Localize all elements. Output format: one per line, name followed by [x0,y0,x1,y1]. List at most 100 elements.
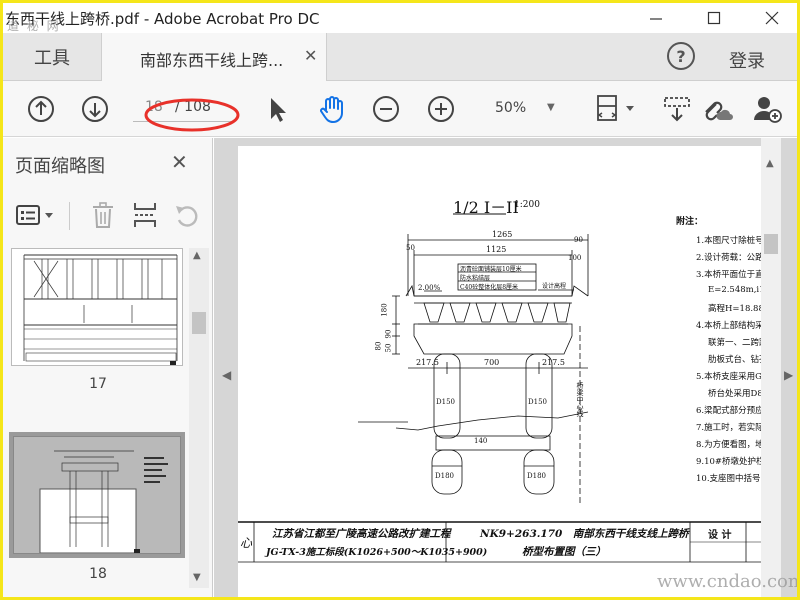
arrow-up-circle-icon [28,96,54,122]
note-line: 2.设计荷载：公路- [696,253,767,263]
thumbnail-scrollbar[interactable]: ▲ ▼ [189,248,209,588]
close-pane-icon[interactable]: ✕ [171,150,188,174]
thumbnail-scroll-thumb[interactable] [192,312,206,334]
close-icon [765,11,779,25]
hand-icon [320,96,343,124]
title-bar: 东西干线上跨桥.pdf - Adobe Acrobat Pro DC 道 秘 网 [3,3,797,33]
dim-left-cant: 217.5 [416,358,439,367]
tab-tools[interactable]: 工具 [3,33,101,81]
note-line: 5.本桥支座采用GY [696,372,768,382]
zoom-in-button[interactable] [425,93,457,125]
next-page-button[interactable] [79,93,111,125]
page-options-button[interactable] [15,202,59,230]
select-tool-button[interactable] [261,93,293,125]
dim-cap-b: 80 [374,341,383,351]
add-user-button[interactable] [751,93,783,125]
thumbnail-18-drawing [14,437,180,553]
dim-right-cant: 217.5 [542,358,565,367]
trash-icon [93,202,113,228]
undo-icon [176,206,198,227]
page-thumbnails-pane: 页面缩略图 ✕ 17 18 ▲ ▼ [3,138,213,597]
titleblock-drawing-subtitle: 桥型布置图（三） [522,546,606,558]
tab-document-label: 南部东西干线上跨... [140,51,284,70]
zoom-in-icon [428,96,454,122]
column-dia-left: D150 [436,398,455,406]
prev-page-arrow-icon[interactable]: ◀ [222,368,231,382]
tie-beam-dim: 140 [474,437,488,445]
dim-girder-depth: 180 [380,303,389,317]
red-annotation-ellipse [144,98,240,132]
thumbnail-page-17[interactable] [11,248,183,366]
delete-page-button[interactable] [89,200,117,234]
design-elevation-label: 设计高程 [542,283,567,290]
insert-pages-button[interactable] [131,200,159,234]
drawing-scale: 1:200 [514,200,540,210]
page-options-icon [16,205,53,225]
link-cloud-icon [705,101,733,121]
thumbnail-page-18 [13,436,181,554]
note-line: 6.梁配式部分预应 [696,406,764,416]
help-button[interactable]: ? [667,42,695,70]
document-scroll-thumb[interactable] [764,234,778,254]
note-line: 10.支座图中括号内 [696,474,770,484]
zoom-out-button[interactable] [370,93,402,125]
tab-document[interactable]: 南部东西干线上跨... ✕ [101,33,327,82]
tab-bar: 工具 南部东西干线上跨... ✕ ? 登录 [3,33,797,82]
maximize-button[interactable] [691,3,737,33]
document-view[interactable]: ◀ 1/2 I－II 1:200 1265 1125 50 90 100 沥青砼… [214,138,797,597]
app-window: 东西干线上跨桥.pdf - Adobe Acrobat Pro DC 道 秘 网… [0,0,800,600]
document-scrollbar[interactable]: ▲ [761,138,781,597]
scroll-up-arrow[interactable]: ▲ [766,158,774,169]
close-window-button[interactable] [749,3,795,33]
previous-page-button[interactable] [25,93,57,125]
watermark-top: 道 秘 网 [7,19,61,33]
thumbnail-17-drawing [23,254,178,365]
thumbnail-list: 17 18 [3,248,193,597]
dim-left-edge: 50 [406,244,415,252]
dim-right-edge: 90 [574,236,583,244]
titleblock-project: 江苏省江都至广陵高速公路改扩建工程 [272,528,451,540]
dim-deck: 1125 [486,245,507,254]
share-link-button[interactable] [699,93,735,125]
thumbnail-page-18-selected[interactable] [9,432,185,558]
layer-1: 沥青砼面铺装层10厘米 [460,266,522,273]
note-line: 高程H=18.88m [708,304,770,314]
fit-page-button[interactable] [593,93,639,125]
titleblock-drawing-name: NK9+263.170 南部东西干线支线上跨桥 [480,528,689,540]
titleblock-design: 设 计 [708,530,732,541]
pointer-icon [271,98,286,122]
login-button[interactable]: 登录 [729,47,765,73]
watermark-bottom: www.cndao.com [657,571,800,592]
centerline-label: 桥梁中心线 [576,382,584,417]
scroll-down-arrow[interactable]: ▼ [193,572,201,583]
scroll-mode-button[interactable] [661,93,693,125]
minimize-button[interactable] [633,3,679,33]
zoom-select[interactable]: 50% ▼ [483,96,565,122]
scroll-up-arrow[interactable]: ▲ [193,250,201,261]
titleblock-section: JG-TX-3施工标段(K1026+500～K1035+900) [266,547,488,558]
minimize-icon [650,18,662,20]
thumbnails-title: 页面缩略图 [15,156,105,177]
notes-list: 1.本图尺寸除桩号、 2.设计荷载：公路- 3.本桥平面位于直线 E=2.548… [696,234,770,489]
tab-close-icon[interactable]: ✕ [304,46,317,65]
slope-label: 2.00% [418,284,441,292]
add-user-icon [754,97,782,123]
note-line: 联第一、二跨跨 [708,338,768,348]
note-line: 桥台处采用D80 [708,389,769,399]
dim-right-edge2: 100 [568,254,582,262]
chevron-down-icon: ▼ [547,102,555,113]
zoom-value: 50% [495,100,527,116]
note-line: 7.施工时，若实际 [696,423,764,433]
pile-dia-left: D180 [435,472,454,480]
undo-button[interactable] [173,200,201,234]
divider [69,202,70,230]
layer-3: C40砼整体化层8厘米 [460,284,519,291]
note-line: 4.本桥上部结构采用 [696,321,770,331]
dim-cap-a: 90 [384,329,393,339]
note-line: 9.10#桥墩处护栏 [696,457,765,467]
titleblock-left-cut: 心 [240,536,253,550]
dim-cap-c: 50 [384,343,393,353]
hand-tool-button[interactable] [316,93,348,125]
next-page-arrow-icon[interactable]: ▶ [784,368,793,382]
thumbnail-label: 17 [89,376,107,392]
